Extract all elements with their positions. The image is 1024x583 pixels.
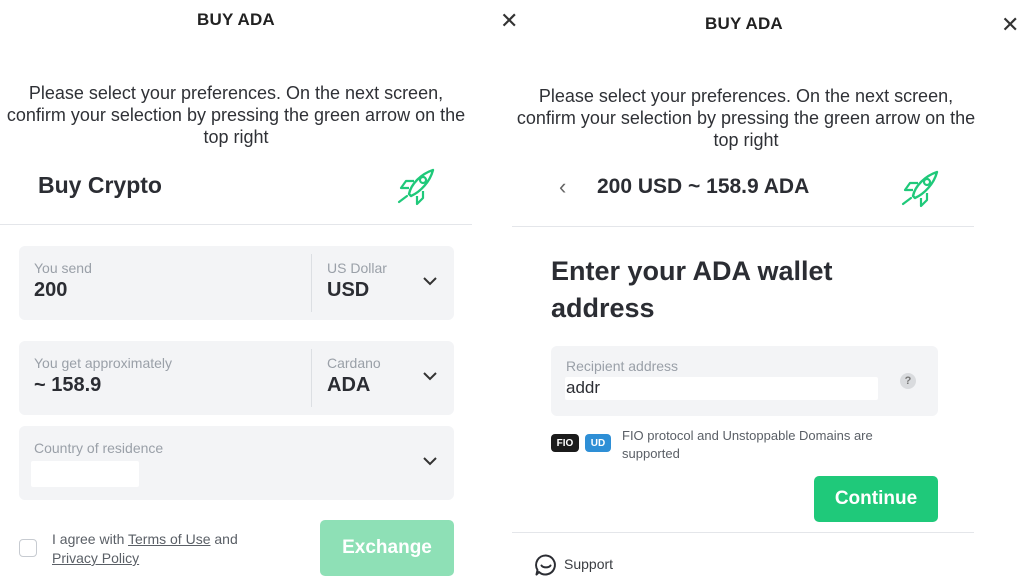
close-icon[interactable]: ✕: [1001, 14, 1019, 36]
instructions-text: Please select your preferences. On the n…: [6, 83, 466, 147]
chevron-down-icon[interactable]: [423, 277, 437, 286]
divider: [512, 226, 974, 227]
chevron-left-icon[interactable]: ‹: [559, 174, 566, 200]
recipient-label: Recipient address: [566, 358, 679, 374]
get-currency-code[interactable]: ADA: [327, 374, 370, 397]
send-currency-code[interactable]: USD: [327, 279, 369, 302]
chevron-down-icon[interactable]: [423, 457, 437, 466]
send-label: You send: [34, 260, 92, 276]
terms-link[interactable]: Terms of Use: [128, 531, 210, 547]
country-value[interactable]: [31, 461, 139, 487]
send-value[interactable]: 200: [34, 279, 67, 302]
chevron-down-icon[interactable]: [423, 372, 437, 381]
send-currency-label: US Dollar: [327, 260, 387, 276]
exchange-button[interactable]: Exchange: [320, 520, 454, 576]
divider: [512, 532, 974, 533]
fio-badge: FIO: [551, 434, 579, 452]
modal-title: BUY ADA: [705, 14, 783, 33]
field-separator: [311, 254, 312, 312]
country-field[interactable]: Country of residence: [19, 426, 454, 500]
protocol-support-text: FIO protocol and Unstoppable Domains are…: [622, 428, 873, 461]
recipient-input-area[interactable]: [565, 377, 878, 400]
buy-crypto-heading: Buy Crypto: [38, 172, 162, 198]
ud-badge: UD: [585, 434, 611, 452]
get-value: ~ 158.9: [34, 374, 102, 396]
field-separator: [311, 349, 312, 407]
get-currency-label: Cardano: [327, 355, 381, 371]
privacy-link[interactable]: Privacy Policy: [52, 550, 139, 566]
left-panel: BUY ADA ✕ Please select your preferences…: [0, 0, 518, 583]
rocket-icon[interactable]: [899, 168, 943, 208]
divider: [0, 224, 472, 225]
instructions-text: Please select your preferences. On the n…: [516, 86, 976, 150]
get-amount-field[interactable]: You get approximately ~ 158.9 Cardano AD…: [19, 341, 454, 415]
get-label: You get approximately: [34, 355, 173, 371]
terms-agreement: I agree with Terms of Use and Privacy Po…: [52, 531, 238, 566]
help-icon[interactable]: ?: [900, 373, 916, 389]
wallet-heading: Enter your ADA wallet address: [551, 256, 833, 323]
terms-checkbox[interactable]: [19, 539, 37, 557]
continue-button[interactable]: Continue: [814, 476, 938, 522]
order-summary: 200 USD ~ 158.9 ADA: [597, 175, 810, 198]
modal-title: BUY ADA: [197, 10, 275, 29]
recipient-address-field[interactable]: Recipient address addr ?: [551, 346, 938, 416]
country-label: Country of residence: [34, 440, 164, 456]
send-amount-field[interactable]: You send 200 US Dollar USD: [19, 246, 454, 320]
right-panel: BUY ADA ✕ Please select your preferences…: [512, 0, 1024, 583]
support-link[interactable]: Support: [564, 556, 613, 572]
chat-support-icon[interactable]: [534, 553, 558, 577]
recipient-value[interactable]: addr: [566, 378, 600, 398]
rocket-icon[interactable]: [395, 166, 439, 206]
